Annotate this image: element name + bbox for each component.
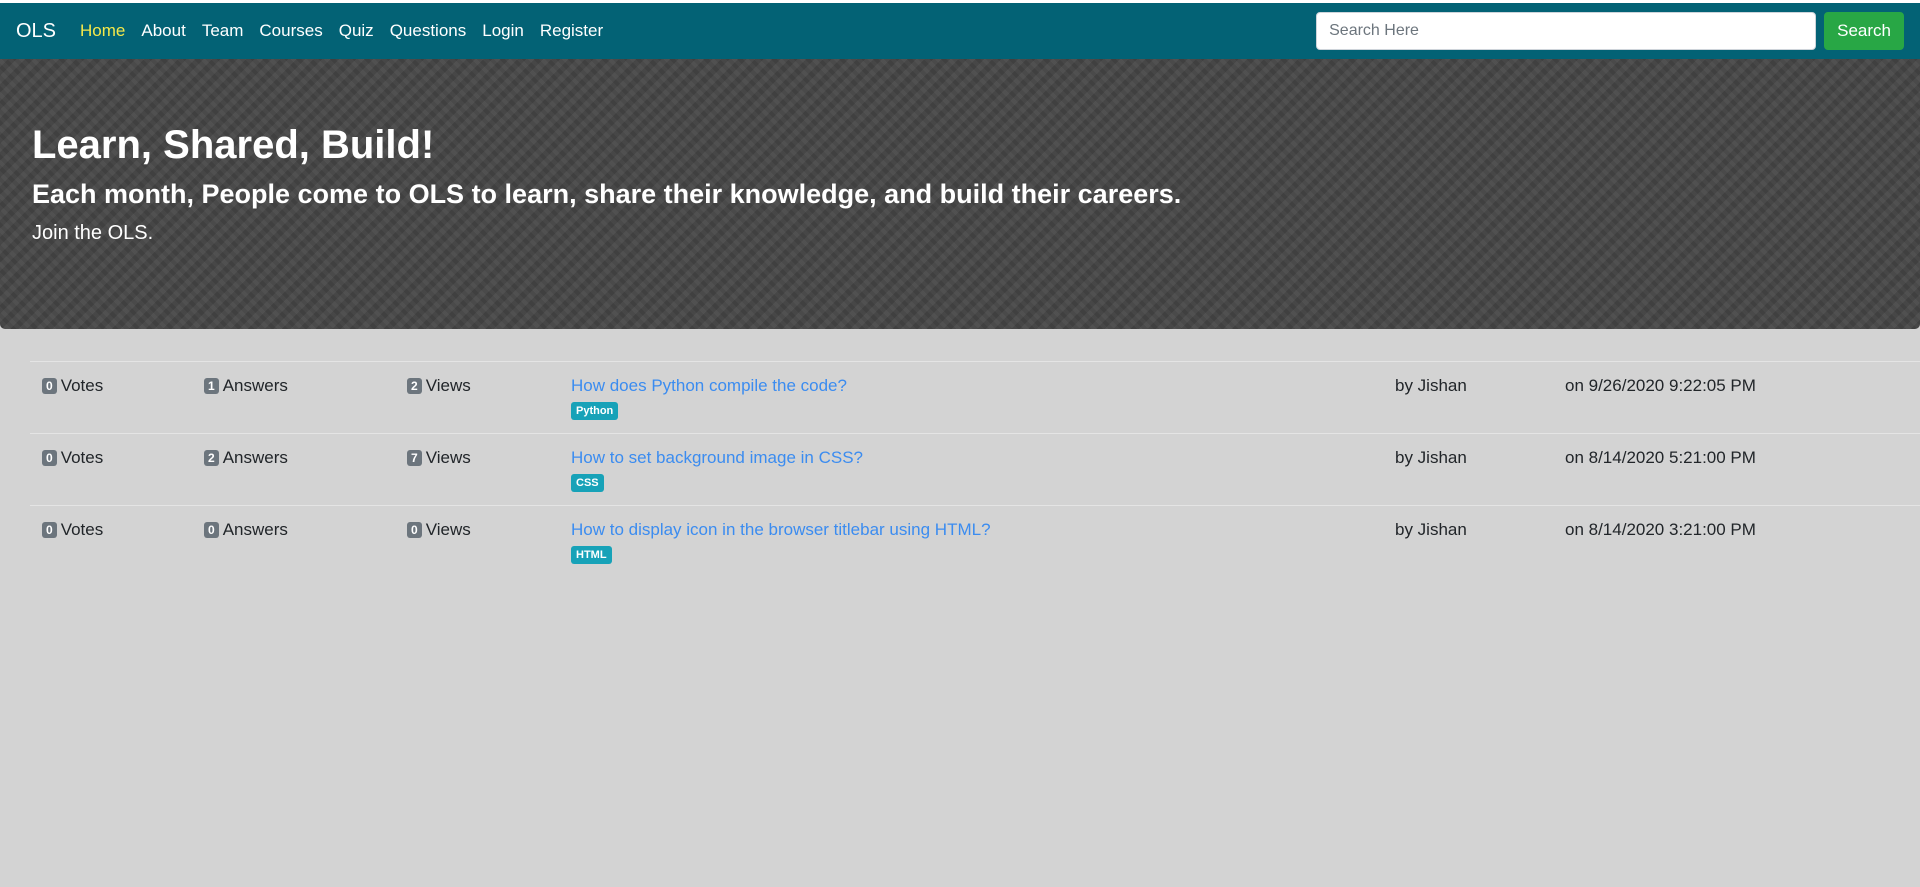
question-list: 0 Votes 1 Answers 2 Views How does Pytho… (30, 361, 1920, 577)
nav-link-login[interactable]: Login (482, 21, 524, 41)
votes-label: Votes (60, 448, 104, 467)
votes-count-badge: 0 (42, 522, 57, 538)
brand-logo[interactable]: OLS (16, 20, 56, 43)
views-count-badge: 2 (407, 378, 422, 394)
answers-count-badge: 1 (204, 378, 219, 394)
nav-link-quiz[interactable]: Quiz (339, 21, 374, 41)
votes-count-badge: 0 (42, 450, 57, 466)
views-stat: 7 Views (407, 448, 471, 468)
answers-stat: 0 Answers (204, 520, 288, 540)
question-link[interactable]: How to set background image in CSS? (571, 448, 863, 468)
votes-label: Votes (60, 520, 104, 539)
votes-count-badge: 0 (42, 378, 57, 394)
votes-stat: 0 Votes (42, 520, 103, 540)
hero-jumbotron: Learn, Shared, Build! Each month, People… (0, 59, 1920, 329)
answers-stat: 2 Answers (204, 448, 288, 468)
search-form: Search (1316, 12, 1904, 50)
question-row: 0 Votes 1 Answers 2 Views How does Pytho… (30, 361, 1920, 433)
hero-subtitle: Each month, People come to OLS to learn,… (32, 179, 1182, 209)
question-author: by Jishan (1395, 376, 1467, 395)
question-title-cell: How does Python compile the code? Python (571, 376, 847, 420)
question-link[interactable]: How does Python compile the code? (571, 376, 847, 396)
question-author: by Jishan (1395, 520, 1467, 539)
nav-link-home[interactable]: Home (80, 21, 125, 41)
views-label: Views (425, 376, 471, 395)
nav-link-questions[interactable]: Questions (390, 21, 467, 41)
search-input[interactable] (1316, 12, 1817, 50)
question-tag[interactable]: HTML (571, 546, 612, 564)
answers-count-badge: 0 (204, 522, 219, 538)
question-title-cell: How to display icon in the browser title… (571, 520, 991, 564)
search-button[interactable]: Search (1824, 12, 1904, 50)
answers-count-badge: 2 (204, 450, 219, 466)
question-date: on 8/14/2020 3:21:00 PM (1565, 520, 1756, 539)
question-tag[interactable]: Python (571, 402, 619, 420)
hero-tagline: Join the OLS. (32, 222, 154, 244)
nav-link-about[interactable]: About (141, 21, 185, 41)
question-row: 0 Votes 2 Answers 7 Views How to set bac… (30, 433, 1920, 505)
answers-stat: 1 Answers (204, 376, 288, 396)
nav-links: Home About Team Courses Quiz Questions L… (80, 21, 619, 41)
question-link[interactable]: How to display icon in the browser title… (571, 520, 991, 540)
views-stat: 0 Views (407, 520, 471, 540)
nav-link-courses[interactable]: Courses (259, 21, 322, 41)
views-label: Views (425, 448, 471, 467)
answers-label: Answers (222, 520, 288, 539)
question-tag[interactable]: CSS (571, 474, 604, 492)
question-date: on 9/26/2020 9:22:05 PM (1565, 376, 1756, 395)
question-author: by Jishan (1395, 448, 1467, 467)
question-row: 0 Votes 0 Answers 0 Views How to display… (30, 505, 1920, 577)
question-title-cell: How to set background image in CSS? CSS (571, 448, 863, 492)
question-date: on 8/14/2020 5:21:00 PM (1565, 448, 1756, 467)
votes-stat: 0 Votes (42, 376, 103, 396)
votes-label: Votes (60, 376, 104, 395)
nav-link-team[interactable]: Team (202, 21, 244, 41)
navbar: OLS Home About Team Courses Quiz Questio… (0, 3, 1920, 59)
views-label: Views (425, 520, 471, 539)
views-count-badge: 0 (407, 522, 422, 538)
views-stat: 2 Views (407, 376, 471, 396)
answers-label: Answers (222, 448, 288, 467)
votes-stat: 0 Votes (42, 448, 103, 468)
nav-link-register[interactable]: Register (540, 21, 603, 41)
views-count-badge: 7 (407, 450, 422, 466)
hero-title: Learn, Shared, Build! (32, 123, 435, 167)
answers-label: Answers (222, 376, 288, 395)
